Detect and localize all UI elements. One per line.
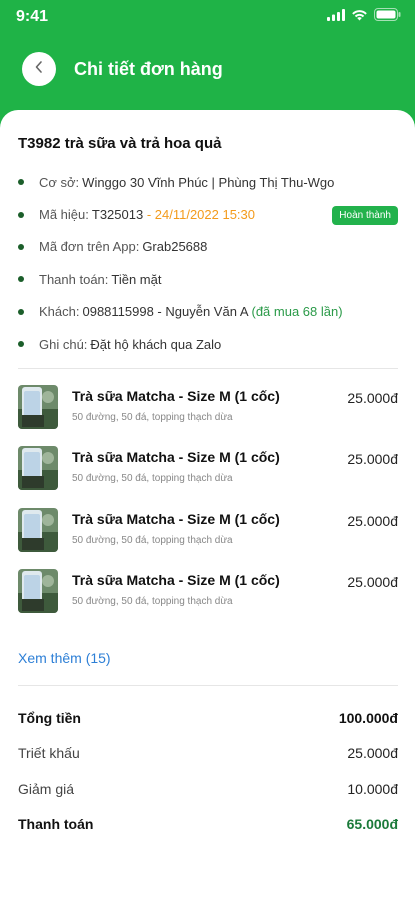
wifi-icon xyxy=(351,8,368,26)
store-label: Cơ sở: xyxy=(39,174,80,190)
item-price: 25.000đ xyxy=(347,451,398,468)
divider xyxy=(18,368,398,369)
back-chevron-icon xyxy=(33,60,45,79)
divider xyxy=(18,685,398,686)
item-text: Trà sữa Matcha - Size M (1 cốc) 50 đường… xyxy=(72,388,280,446)
discount-row: Triết khấu 25.000đ xyxy=(18,736,398,772)
app-label: Mã đơn trên App: xyxy=(39,239,140,255)
bullet-icon xyxy=(18,341,24,348)
info-row-payment: Thanh toán: Tiền mặt xyxy=(18,263,398,295)
order-info-list: Cơ sở: Winggo 30 Vĩnh Phúc | Phùng Thị T… xyxy=(18,166,398,360)
item-price: 25.000đ xyxy=(347,512,398,529)
note-value: Đặt hộ khách qua Zalo xyxy=(90,336,222,352)
order-title: T3982 trà sữa và trả hoa quả xyxy=(18,135,222,152)
item-name: Trà sữa Matcha - Size M (1 cốc) xyxy=(72,388,280,404)
subtotal-row: Tổng tiền 100.000đ xyxy=(18,700,398,736)
order-item[interactable]: Trà sữa Matcha - Size M (1 cốc) 50 đường… xyxy=(18,568,398,630)
item-description: 50 đường, 50 đá, topping thạch dừa xyxy=(72,412,233,423)
promo-value: 10.000đ xyxy=(347,780,398,797)
payment-total-label: Thanh toán xyxy=(18,816,94,833)
bullet-icon xyxy=(18,211,24,218)
item-description: 50 đường, 50 đá, topping thạch dừa xyxy=(72,534,233,546)
store-value: Winggo 30 Vĩnh Phúc | Phùng Thị Thu-Wgo xyxy=(82,174,335,190)
payment-value: Tiền mặt xyxy=(111,271,162,287)
order-datetime: 24/11/2022 15:30 xyxy=(154,207,256,223)
subtotal-label: Tổng tiền xyxy=(18,709,81,726)
item-name: Trà sữa Matcha - Size M (1 cốc) xyxy=(72,510,280,527)
item-price: 25.000đ xyxy=(347,573,398,590)
info-row-note: Ghi chú: Đặt hộ khách qua Zalo xyxy=(18,328,398,360)
payment-total-value: 65.000đ xyxy=(346,816,398,833)
battery-icon xyxy=(374,8,401,26)
product-thumbnail xyxy=(18,568,58,613)
bullet-icon xyxy=(18,179,24,186)
code-value: T325013 xyxy=(91,207,144,223)
order-detail-sheet: T3982 trà sữa và trả hoa quả Cơ sở: Wing… xyxy=(0,110,415,900)
item-name: Trà sữa Matcha - Size M (1 cốc) xyxy=(72,571,280,588)
product-thumbnail xyxy=(18,385,58,429)
page-title: Chi tiết đơn hàng xyxy=(74,58,223,79)
header: Chi tiết đơn hàng xyxy=(0,34,415,104)
item-text: Trà sữa Matcha - Size M (1 cốc) 50 đường… xyxy=(72,511,280,569)
customer-label: Khách: xyxy=(39,304,80,320)
customer-value: 0988115998 - Nguyễn Văn A xyxy=(82,304,249,320)
order-item[interactable]: Trà sữa Matcha - Size M (1 cốc) 50 đường… xyxy=(18,507,398,569)
info-row-store: Cơ sở: Winggo 30 Vĩnh Phúc | Phùng Thị T… xyxy=(18,166,398,198)
product-thumbnail xyxy=(18,446,58,491)
info-row-app: Mã đơn trên App: Grab25688 xyxy=(18,231,398,263)
discount-value: 25.000đ xyxy=(347,745,398,762)
bullet-icon xyxy=(18,308,24,315)
subtotal-value: 100.000đ xyxy=(338,709,398,726)
order-item[interactable]: Trà sữa Matcha - Size M (1 cốc) 50 đường… xyxy=(18,446,398,507)
note-label: Ghi chú: xyxy=(39,336,88,352)
bullet-icon xyxy=(18,276,24,283)
promo-label: Giảm giá xyxy=(18,780,75,797)
back-button[interactable] xyxy=(22,52,56,86)
item-price: 25.000đ xyxy=(347,390,398,406)
info-row-code: Mã hiệu: T325013 - 24/11/2022 15:30 Hoàn… xyxy=(18,198,398,230)
status-icons xyxy=(327,8,401,26)
info-row-customer: Khách: 0988115998 - Nguyễn Văn A (đã mua… xyxy=(18,296,398,328)
see-more-link[interactable]: Xem thêm (15) xyxy=(18,650,111,666)
item-name: Trà sữa Matcha - Size M (1 cốc) xyxy=(72,449,280,466)
item-text: Trà sữa Matcha - Size M (1 cốc) 50 đường… xyxy=(72,572,280,630)
promo-row: Giảm giá 10.000đ xyxy=(18,771,398,807)
status-time: 9:41 xyxy=(16,8,49,25)
item-description: 50 đường, 50 đá, topping thạch dừa xyxy=(72,473,233,485)
item-text: Trà sữa Matcha - Size M (1 cốc) 50 đường… xyxy=(72,449,280,507)
code-label: Mã hiệu: xyxy=(39,207,89,223)
order-item[interactable]: Trà sữa Matcha - Size M (1 cốc) 50 đường… xyxy=(18,385,398,446)
order-items-list: Trà sữa Matcha - Size M (1 cốc) 50 đường… xyxy=(18,385,398,630)
app-value: Grab25688 xyxy=(142,239,208,255)
status-bar: 9:41 xyxy=(0,0,415,34)
bullet-icon xyxy=(18,243,24,250)
item-description: 50 đường, 50 đá, topping thạch dừa xyxy=(72,595,233,607)
product-thumbnail xyxy=(18,507,58,552)
status-badge: Hoàn thành xyxy=(332,206,398,226)
customer-history: (đã mua 68 lần) xyxy=(251,304,343,320)
discount-label: Triết khấu xyxy=(18,745,80,762)
code-separator: - xyxy=(143,207,155,223)
payment-total-row: Thanh toán 65.000đ xyxy=(18,807,398,843)
totals-section: Tổng tiền 100.000đ Triết khấu 25.000đ Gi… xyxy=(18,700,398,842)
signal-icon xyxy=(327,8,345,26)
payment-label: Thanh toán: xyxy=(39,271,109,287)
